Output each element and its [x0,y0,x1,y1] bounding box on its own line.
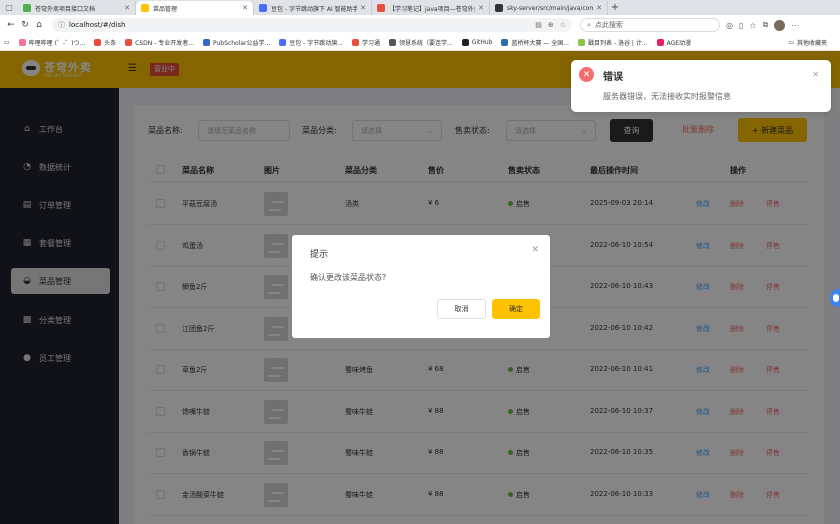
notification-title: 错误 [603,72,623,83]
bookmark-item[interactable]: 蓝桥杯大赛 — 全国... [501,38,569,47]
bookmark-favicon-icon [202,39,210,46]
info-icon[interactable]: ⓘ [58,20,65,30]
extensions-icon[interactable]: ◎ [726,21,733,30]
browser-tab[interactable]: 菜品管理 ✕ [136,1,254,15]
browser-toolbar: ← ↻ ⌂ ⓘ localhost/#/dish ▤ ⊕ ☆ ⌕ 点此搜索 ◎ … [0,15,840,35]
browser-tab[interactable]: 【学习笔记】java项目—苍穹外卖 ✕ [372,1,490,15]
browser-tabbar: ▢ 苍穹外卖项目接口文档 ✕ 菜品管理 ✕ 豆包 - 字节跳动旗下 AI 智能助手 ✕ 【学… [0,0,840,15]
bookmark-label: 学习通 [361,40,380,47]
bookmark-item[interactable]: 豆包 - 字节跳动旗... [279,38,343,47]
bookmarks-bar: ▭ 哔哩哔哩 (゜-゜)つ... 头条 CSDN - 专业开发者... PubScho… [0,35,840,51]
bookmark-label: 戳目列表 - 洛谷 | 计... [588,40,648,47]
bookmark-folder-icon[interactable]: ▭ [4,39,10,46]
bookmark-favicon-icon [501,39,509,46]
bookmark-item[interactable]: AGE动漫 [656,38,692,47]
tab-title: 【学习笔记】java项目—苍穹外卖 [389,5,476,13]
close-tab-icon[interactable]: ✕ [596,4,602,12]
close-icon[interactable]: ✕ [812,70,819,79]
tab-favicon-icon [259,4,267,12]
split-screen-icon[interactable]: ▯ [739,21,743,30]
bookmark-label: 哔哩哔哩 (゜-゜)つ... [28,40,86,47]
bookmark-item[interactable]: 头条 [94,38,116,47]
close-tab-icon[interactable]: ✕ [478,4,484,12]
bookmark-item[interactable]: 学习通 [351,38,380,47]
tab-favicon-icon [495,4,503,12]
url-text: localhost/#/dish [69,21,126,29]
profile-avatar[interactable] [774,19,786,31]
window-icon[interactable]: ▢ [0,0,18,15]
cancel-button[interactable]: 取消 [437,299,486,319]
close-tab-icon[interactable]: ✕ [242,4,248,12]
zoom-icon[interactable]: ⊕ [548,21,554,29]
dialog-title: 提示 [310,250,329,260]
bookmark-label: CSDN - 专业开发者... [135,40,194,47]
other-bookmarks[interactable]: ▭ 其他收藏夹 [788,38,827,47]
bookmark-favicon-icon [656,39,664,46]
more-icon[interactable]: ⋯ [791,21,799,30]
bookmark-label: GitHub [471,39,493,46]
bookmark-label: 豆包 - 字节跳动旗... [289,40,343,47]
tab-favicon-icon [23,4,31,12]
tab-favicon-icon [141,4,149,12]
folder-icon: ▭ [788,39,794,46]
confirm-button[interactable]: 确定 [492,299,540,319]
dialog-message: 确认更改该菜品状态? [310,273,387,282]
favorites-icon[interactable]: ☆ [749,21,756,30]
bookmark-favicon-icon [461,39,469,46]
bookmark-favicon-icon [279,39,287,46]
bookmark-label: 蓝桥杯大赛 — 全国... [511,40,570,47]
back-icon[interactable]: ← [4,20,18,30]
bookmark-favicon-icon [18,39,26,46]
bookmark-item[interactable]: CSDN - 专业开发者... [125,38,194,47]
tab-title: 豆包 - 字节跳动旗下 AI 智能助手 [271,5,358,13]
bookmark-label: 领慧系统（要连学... [398,40,453,47]
close-icon[interactable]: ✕ [531,245,539,255]
close-tab-icon[interactable]: ✕ [124,4,130,12]
browser-tab[interactable]: 苍穹外卖项目接口文档 ✕ [18,1,136,15]
browser-tab[interactable]: 豆包 - 字节跳动旗下 AI 智能助手 ✕ [254,1,372,15]
close-tab-icon[interactable]: ✕ [360,4,366,12]
tab-title: 菜品管理 [153,5,178,13]
tab-title: 苍穹外卖项目接口文档 [35,5,96,13]
bookmark-label: PubScholar公益学... [212,40,271,47]
favorite-star-icon[interactable]: ☆ [560,21,566,29]
search-icon: ⌕ [587,20,591,29]
collections-icon[interactable]: ⧉ [763,20,769,30]
tab-favicon-icon [377,4,385,12]
error-icon: ✕ [579,67,594,82]
bookmark-favicon-icon [351,39,359,46]
tab-title: sky-server/src/main/java/com/sky [507,4,593,12]
error-notification: ✕ 错误 服务器错误，无法接收实时报警信息 ✕ [571,60,831,112]
bookmark-favicon-icon [578,39,586,46]
bookmark-item[interactable]: 戳目列表 - 洛谷 | 计... [578,38,648,47]
bookmark-favicon-icon [94,39,102,46]
bookmark-favicon-icon [388,39,396,46]
browser-search-input[interactable]: ⌕ 点此搜索 [580,18,720,32]
bookmark-label: AGE动漫 [666,40,692,47]
bookmark-label: 头条 [104,40,117,47]
bookmark-item[interactable]: 领慧系统（要连学... [388,38,453,47]
address-bar[interactable]: ⓘ localhost/#/dish ▤ ⊕ ☆ [52,18,572,32]
bookmark-favicon-icon [125,39,133,46]
browser-tab[interactable]: sky-server/src/main/java/com/sky✕ [490,1,608,15]
bookmark-item[interactable]: PubScholar公益学... [202,38,271,47]
notification-message: 服务器错误，无法接收实时报警信息 [603,92,731,101]
reader-icon[interactable]: ▤ [535,21,542,29]
bookmark-item[interactable]: 哔哩哔哩 (゜-゜)つ... [18,38,86,47]
confirm-dialog: 提示 ✕ 确认更改该菜品状态? 取消 确定 [292,235,550,338]
home-icon[interactable]: ⌂ [32,20,46,30]
bookmark-item[interactable]: GitHub [461,39,493,46]
reload-icon[interactable]: ↻ [18,20,32,30]
new-tab-button[interactable]: + [608,1,622,15]
